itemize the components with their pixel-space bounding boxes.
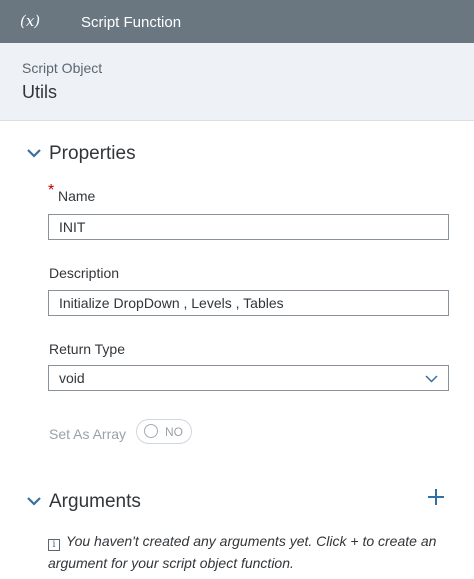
set-as-array-switch[interactable]: NO xyxy=(136,419,192,444)
info-icon: i xyxy=(48,539,60,551)
description-input[interactable]: Initialize DropDown , Levels , Tables xyxy=(48,290,449,316)
add-argument-button[interactable] xyxy=(426,487,446,507)
switch-knob xyxy=(144,424,158,438)
no-arguments-message: i You haven't created any arguments yet. … xyxy=(48,530,458,574)
required-marker: * xyxy=(48,182,55,199)
header-bar: (x) Script Function xyxy=(0,0,474,43)
set-as-array-label: Set As Array xyxy=(49,426,127,442)
name-label: * Name xyxy=(48,182,96,204)
return-type-label: Return Type xyxy=(49,341,126,357)
script-object-value: Utils xyxy=(22,82,57,102)
no-arguments-text: You haven't created any arguments yet. C… xyxy=(48,533,437,571)
script-object-panel: Script Object Utils xyxy=(0,43,474,121)
description-label: Description xyxy=(49,265,120,281)
chevron-down-icon xyxy=(27,149,41,158)
panel-title: Script Function xyxy=(81,14,182,31)
return-type-select[interactable]: void xyxy=(48,365,449,391)
script-object-label: Script Object xyxy=(22,60,103,76)
function-icon: (x) xyxy=(20,12,41,30)
name-input[interactable]: INIT xyxy=(48,214,449,240)
arguments-section-title: Arguments xyxy=(49,491,141,512)
properties-section-title: Properties xyxy=(49,143,136,164)
switch-state: NO xyxy=(165,425,183,439)
chevron-down-icon xyxy=(27,497,41,506)
chevron-down-icon xyxy=(425,375,438,383)
return-type-value: void xyxy=(59,370,85,386)
